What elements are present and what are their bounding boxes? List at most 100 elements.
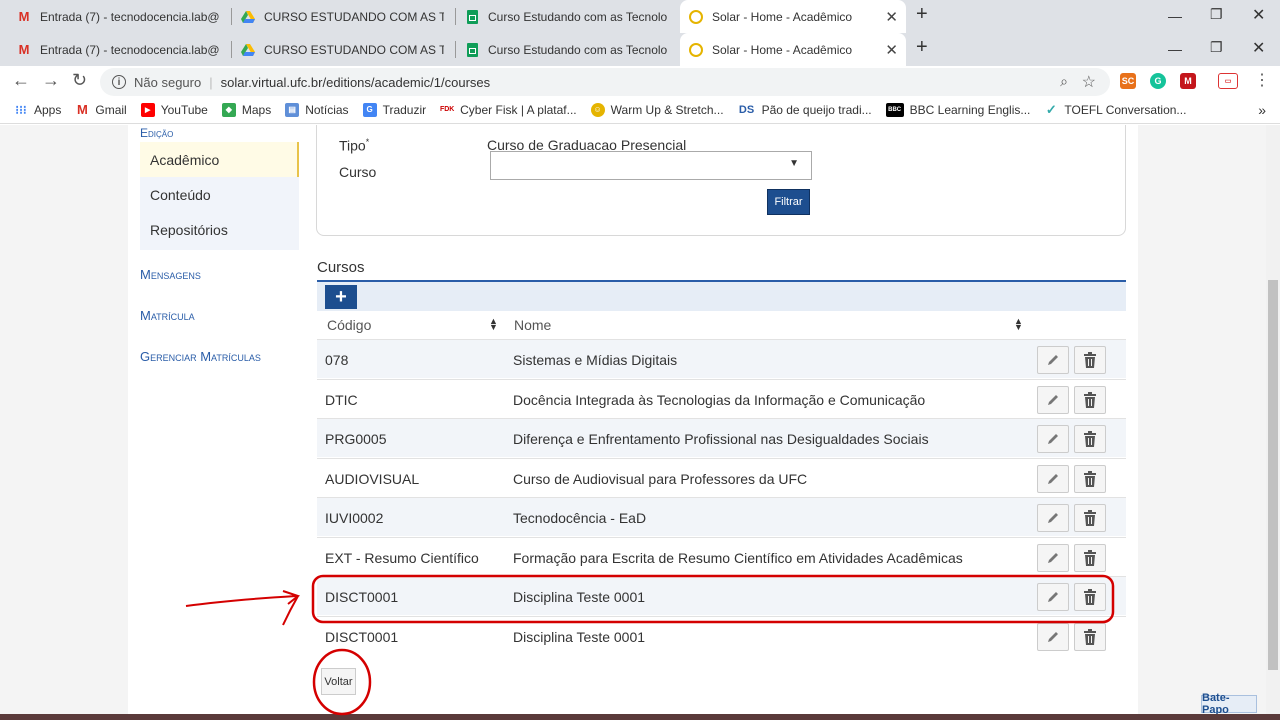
bookmark-translate[interactable]: G Traduzir (362, 102, 427, 117)
sidebar-item-academico[interactable]: Acadêmico (140, 142, 299, 177)
bookmark-warmup[interactable]: ☺ Warm Up & Stretch... (590, 102, 724, 117)
chat-button[interactable]: Bate-Papo (1201, 692, 1257, 716)
tab-title: Curso Estudando com as Tecnolo (488, 42, 668, 57)
tab-title: CURSO ESTUDANDO COM AS TE (264, 42, 444, 57)
bookmarks-overflow-icon[interactable]: » (1258, 102, 1266, 118)
table-row: AUDIOVISUAL Curso de Audiovisual para Pro… (317, 457, 1126, 497)
close-window-icon[interactable]: ✕ (1252, 38, 1265, 58)
edit-button[interactable] (1037, 504, 1069, 532)
tab-title: Curso Estudando com as Tecnolo (488, 9, 668, 24)
curso-select[interactable]: ▼ (490, 151, 812, 180)
edit-button[interactable] (1037, 583, 1069, 611)
new-tab-button[interactable]: + (916, 36, 928, 59)
back-button[interactable]: Voltar (321, 668, 356, 695)
delete-button[interactable] (1074, 464, 1106, 493)
delete-button[interactable] (1074, 425, 1106, 453)
minimize-icon[interactable]: — (1168, 41, 1182, 57)
tab-drive[interactable]: CURSO ESTUDANDO COM AS TE (232, 0, 456, 33)
bookmark-bbc[interactable]: BBC BBC Learning Englis... (885, 102, 1030, 117)
mendeley-icon[interactable]: M (1180, 73, 1196, 89)
scrollbar[interactable] (1266, 125, 1280, 720)
close-window-icon[interactable]: ✕ (1252, 5, 1265, 25)
close-tab-icon[interactable]: ✕ (885, 41, 898, 59)
info-icon[interactable]: i (112, 75, 126, 89)
grammarly-icon[interactable]: G (1150, 73, 1166, 89)
tipo-label-text: Tipo (339, 137, 366, 154)
delete-button[interactable] (1074, 543, 1106, 572)
sidebar-menu-mensagens[interactable]: Mensagens (140, 267, 201, 282)
course-name: Diferença e Enfrentamento Profissional n… (513, 431, 929, 447)
bookmark-fisk[interactable]: FDK Cyber Fisk | A plataf... (440, 103, 577, 117)
chevron-down-icon: ▼ (789, 158, 799, 169)
bookmark-label: Cyber Fisk | A plataf... (460, 102, 577, 117)
bookmark-label: Pão de queijo tradi... (761, 102, 872, 117)
gmail-icon: M (18, 42, 30, 57)
tab-solar[interactable]: Solar - Home - Acadêmico ✕ (680, 33, 906, 66)
pencil-icon (1048, 394, 1058, 405)
delete-button[interactable] (1074, 346, 1106, 374)
delete-button[interactable] (1074, 385, 1106, 414)
trash-icon (1084, 628, 1096, 645)
sidebar-menu-matricula[interactable]: Matrícula (140, 308, 195, 323)
scrollbar-thumb[interactable] (1268, 280, 1278, 670)
star-icon[interactable]: ☆ (1082, 72, 1096, 92)
bookmark-apps[interactable]: ⁝⁝⁝ Apps (14, 103, 61, 117)
tab-title: CURSO ESTUDANDO COM AS TE (264, 9, 444, 24)
bookmark-youtube[interactable]: ▶ YouTube (140, 102, 208, 117)
menu-dots-icon[interactable]: ⋮ (1254, 70, 1270, 90)
reload-icon[interactable]: ↻ (72, 70, 87, 91)
edit-button[interactable] (1037, 385, 1069, 414)
sidebar-item-conteudo[interactable]: Conteúdo (140, 177, 299, 212)
add-course-button[interactable]: + (325, 285, 357, 309)
sort-icon[interactable]: ▲ ▼ (489, 317, 498, 332)
sc-extension-icon[interactable]: SC (1120, 73, 1136, 89)
pencil-icon (1048, 552, 1058, 563)
sidebar-item-repositorios[interactable]: Repositórios (140, 212, 299, 247)
delete-button[interactable] (1074, 504, 1106, 532)
edit-button[interactable] (1037, 425, 1069, 453)
trash-icon (1084, 352, 1096, 368)
bookmark-news[interactable]: ▤ Notícias (285, 102, 349, 117)
courses-table-header: Código ▲ ▼ Nome ▲ ▼ (317, 311, 1126, 339)
delete-button[interactable] (1074, 622, 1106, 651)
column-header-code[interactable]: Código (327, 317, 371, 333)
back-arrow-icon[interactable]: ← (12, 70, 30, 91)
bookmark-toefl[interactable]: ✓ TOEFL Conversation... (1044, 102, 1187, 117)
minimize-icon[interactable]: — (1168, 8, 1182, 24)
sort-icon[interactable]: ▲ ▼ (1014, 317, 1023, 332)
bookmark-maps[interactable]: ◆ Maps (221, 102, 271, 117)
extension-icon[interactable]: ▭ (1218, 73, 1238, 89)
tab-drive[interactable]: CURSO ESTUDANDO COM AS TE (232, 33, 456, 66)
edit-button[interactable] (1037, 543, 1069, 572)
tab-solar[interactable]: Solar - Home - Acadêmico ✕ (680, 0, 906, 33)
tab-gmail[interactable]: M Entrada (7) - tecnodocencia.lab@ (8, 0, 232, 33)
course-code: PRG0005 (325, 431, 387, 447)
tab-sheets[interactable]: Curso Estudando com as Tecnolo (456, 33, 680, 66)
close-tab-icon[interactable]: ✕ (885, 8, 898, 26)
edit-button[interactable] (1037, 622, 1069, 651)
page-viewport: Edição Acadêmico Conteúdo Repositórios M… (0, 125, 1266, 720)
restore-icon[interactable]: ❐ (1210, 39, 1223, 56)
tab-strip-2: M Entrada (7) - tecnodocencia.lab@ CURSO… (0, 33, 1280, 66)
bookmark-ds[interactable]: DS Pão de queijo tradi... (738, 103, 872, 117)
solar-icon (688, 9, 704, 25)
filter-button[interactable]: Filtrar (767, 189, 810, 215)
sheets-icon (464, 9, 480, 25)
filter-panel: Tipo* Curso de Graduacao Presencial Curs… (316, 125, 1126, 236)
new-tab-button[interactable]: + (916, 3, 928, 26)
tab-gmail[interactable]: M Entrada (7) - tecnodocencia.lab@ (8, 33, 232, 66)
column-header-name[interactable]: Nome (514, 317, 551, 333)
url-text[interactable]: solar.virtual.ufc.br/editions/academic/1… (221, 75, 491, 90)
ds-icon: DS (738, 103, 755, 116)
bookmark-label: Traduzir (382, 102, 427, 117)
delete-button[interactable] (1074, 583, 1106, 611)
address-bar[interactable]: i Não seguro | solar.virtual.ufc.br/edit… (100, 68, 1110, 96)
bookmark-gmail[interactable]: M Gmail (75, 102, 127, 117)
edit-button[interactable] (1037, 346, 1069, 374)
forward-arrow-icon[interactable]: → (42, 70, 60, 91)
tab-sheets[interactable]: Curso Estudando com as Tecnolo (456, 0, 680, 33)
zoom-icon[interactable]: ⌕ (1060, 73, 1068, 90)
sidebar-menu-gerenciar-matriculas[interactable]: Gerenciar Matrículas (140, 349, 261, 364)
restore-icon[interactable]: ❐ (1210, 6, 1223, 23)
edit-button[interactable] (1037, 464, 1069, 493)
